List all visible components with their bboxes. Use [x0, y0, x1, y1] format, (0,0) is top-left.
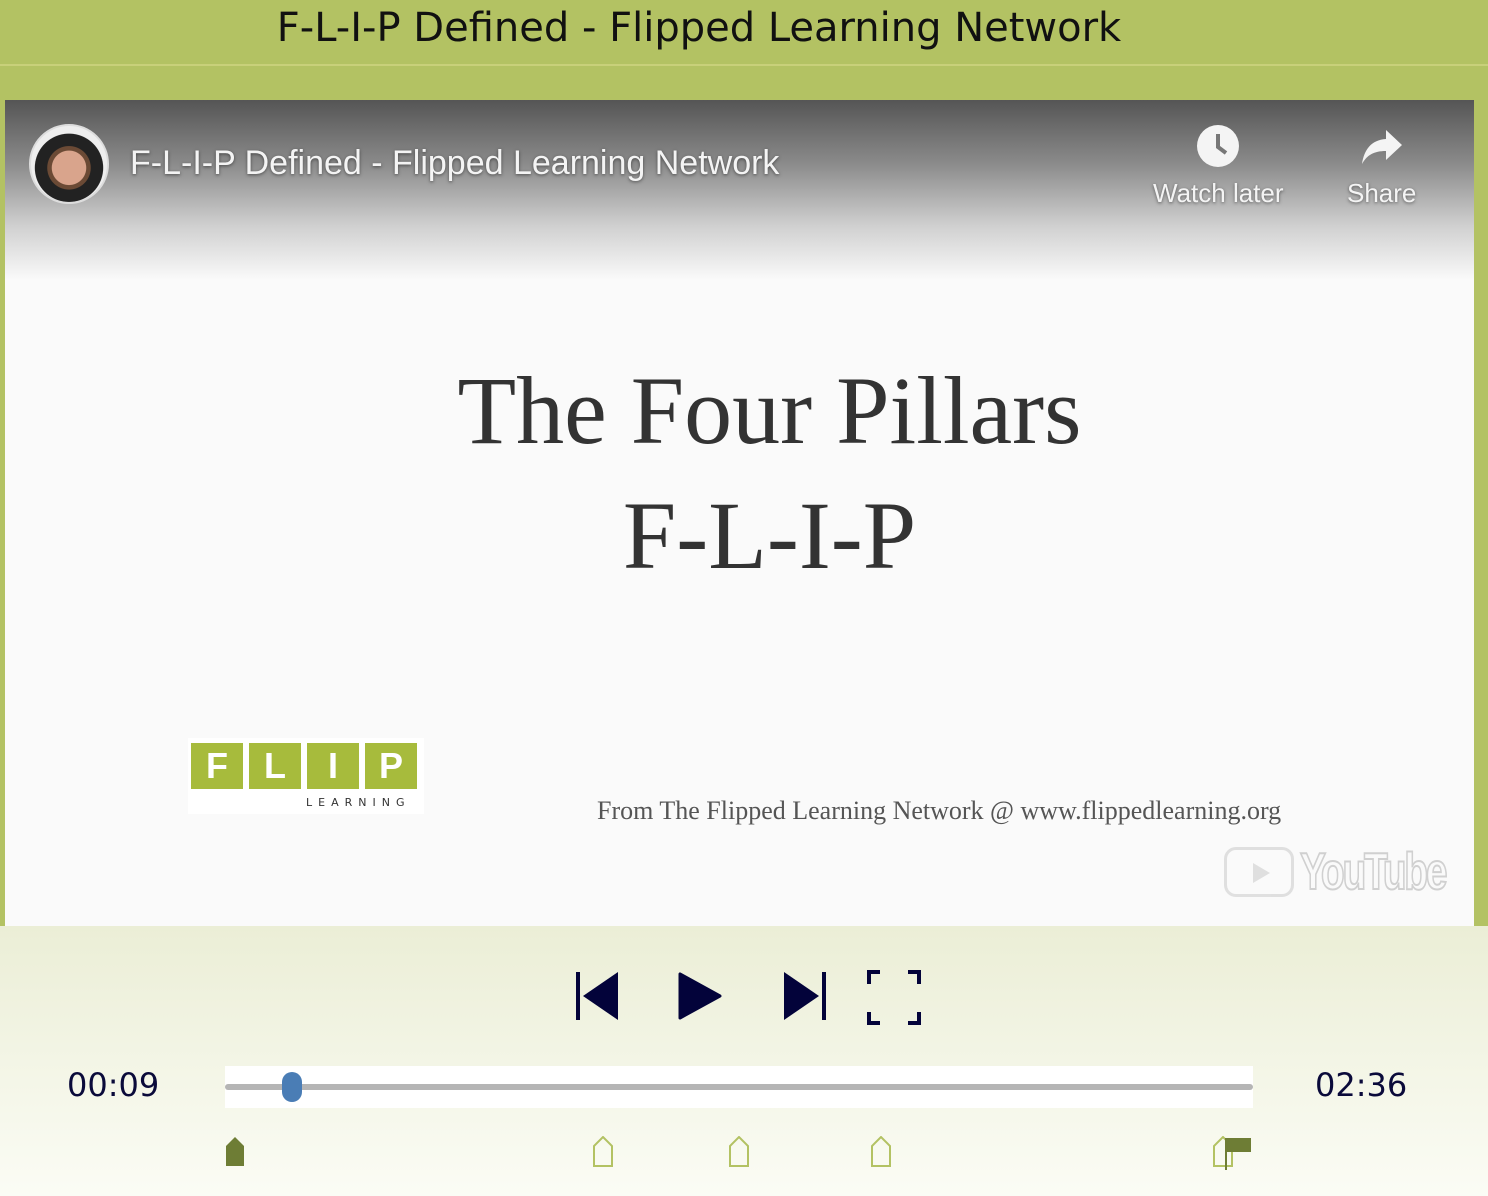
share-arrow-icon: [1361, 130, 1402, 164]
watch-later-button[interactable]: Watch later: [1153, 124, 1284, 209]
page-title: F-L-I-P Defined - Flipped Learning Netwo…: [0, 0, 1488, 66]
seek-thumb[interactable]: [281, 1072, 302, 1102]
slide-heading: The Four Pillars: [457, 357, 1082, 464]
skip-forward-icon[interactable]: [782, 970, 828, 1022]
flip-learning-logo: F L I P LEARNING: [188, 738, 424, 814]
end-flag-marker-icon[interactable]: [1212, 1136, 1254, 1170]
current-time: 00:09: [67, 1066, 160, 1104]
video-title-link[interactable]: F-L-I-P Defined - Flipped Learning Netwo…: [130, 144, 779, 183]
chapter-marker-icon[interactable]: [870, 1136, 892, 1168]
share-button[interactable]: Share: [1347, 124, 1416, 209]
youtube-logo[interactable]: YouTube: [1224, 842, 1474, 902]
seek-bar[interactable]: [225, 1066, 1253, 1108]
channel-avatar[interactable]: [29, 124, 109, 204]
player-controls: 00:09 02:36: [0, 926, 1488, 1196]
chapter-marker-active-icon[interactable]: [224, 1136, 246, 1168]
seek-rail: [225, 1084, 1253, 1090]
clock-icon: [1197, 125, 1240, 167]
duration: 02:36: [1315, 1066, 1408, 1104]
slide-credit: From The Flipped Learning Network @ www.…: [597, 796, 1282, 825]
play-icon[interactable]: [678, 970, 722, 1022]
chapter-marker-icon[interactable]: [728, 1136, 750, 1168]
youtube-play-icon: [1224, 847, 1294, 897]
fullscreen-icon[interactable]: [866, 970, 922, 1026]
skip-back-icon[interactable]: [575, 970, 621, 1022]
slide-subheading: F-L-I-P: [622, 482, 917, 589]
chapter-marker-icon[interactable]: [592, 1136, 614, 1168]
video-embed[interactable]: F-L-I-P Defined - Flipped Learning Netwo…: [5, 100, 1474, 926]
